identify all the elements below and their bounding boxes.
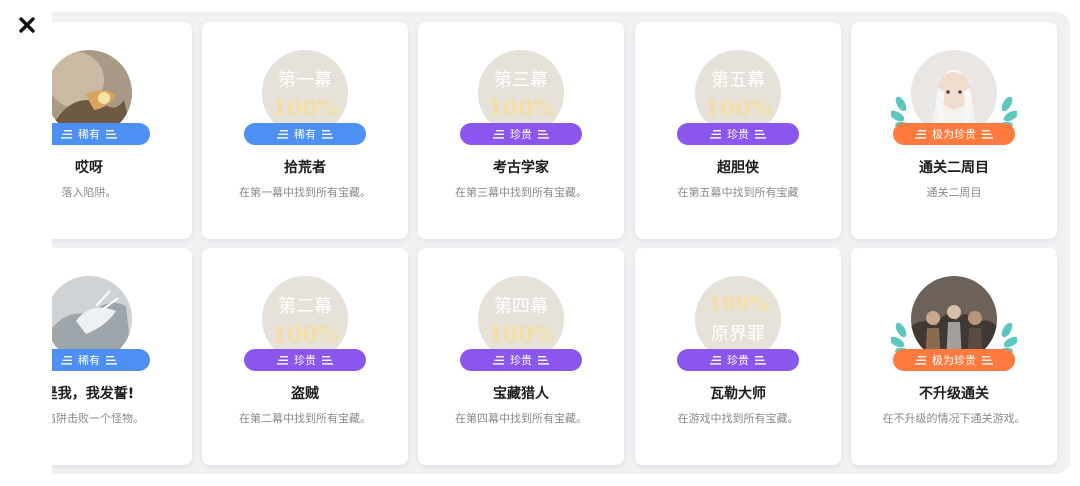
image-text: 第四幕: [494, 296, 548, 317]
achievement-card[interactable]: 第三幕 100% 珍贵 考古学家 在第三幕中找到所有宝藏。: [418, 22, 624, 239]
close-button[interactable]: [16, 14, 38, 36]
close-icon: [19, 17, 35, 33]
achievement-card[interactable]: 稀有 是我，我发誓! 的陷阱击败一个怪物。: [52, 248, 192, 465]
achievement-card[interactable]: 稀有 哎呀 落入陷阱。: [52, 22, 192, 239]
achievement-title: 宝藏猎人: [493, 386, 549, 402]
rarity-label: 珍贵: [510, 354, 532, 367]
image-text: 100%: [488, 96, 555, 122]
rarity-badge: 珍贵: [460, 349, 582, 371]
rarity-badge: 稀有: [52, 123, 150, 145]
rarity-label: 极为珍贵: [932, 128, 976, 141]
rarity-label: 珍贵: [294, 354, 316, 367]
achievement-title: 不升级通关: [919, 386, 989, 402]
image-text: 原界罪: [711, 324, 765, 345]
bars-icon: [915, 129, 926, 139]
image-text: 第一幕: [278, 70, 332, 91]
bars-icon: [755, 129, 766, 139]
achievement-description: 在第二幕中找到所有宝藏。: [239, 412, 371, 425]
bars-icon: [322, 129, 333, 139]
rarity-badge: 极为珍贵: [893, 123, 1015, 145]
achievement-card[interactable]: 极为珍贵 不升级通关 在不升级的情况下通关游戏。: [851, 248, 1057, 465]
image-text: 第五幕: [711, 70, 765, 91]
bars-icon: [277, 355, 288, 365]
rarity-badge: 珍贵: [677, 349, 799, 371]
rarity-label: 珍贵: [727, 354, 749, 367]
image-text: 100%: [272, 96, 339, 122]
bars-icon: [538, 129, 549, 139]
rarity-label: 极为珍贵: [932, 354, 976, 367]
achievement-description: 在第一幕中找到所有宝藏。: [239, 186, 371, 199]
bars-icon: [493, 129, 504, 139]
image-text: 第二幕: [278, 296, 332, 317]
rarity-label: 珍贵: [510, 128, 532, 141]
bars-icon: [277, 129, 288, 139]
achievement-title: 通关二周目: [919, 160, 989, 176]
achievement-card[interactable]: 第四幕 100% 珍贵 宝藏猎人 在第四幕中找到所有宝藏。: [418, 248, 624, 465]
achievement-description: 在不升级的情况下通关游戏。: [882, 412, 1026, 425]
rarity-badge: 极为珍贵: [893, 349, 1015, 371]
achievements-panel[interactable]: 稀有 哎呀 落入陷阱。 第一幕 100% 稀有 拾荒者 在第一幕中找到所有宝藏。…: [52, 12, 1070, 474]
achievement-title: 哎呀: [75, 160, 103, 176]
rarity-badge: 稀有: [244, 123, 366, 145]
bars-icon: [106, 355, 117, 365]
achievement-description: 在第四幕中找到所有宝藏。: [455, 412, 587, 425]
rarity-label: 珍贵: [727, 128, 749, 141]
achievement-description: 在游戏中找到所有宝藏。: [677, 412, 799, 425]
achievement-card[interactable]: 第一幕 100% 稀有 拾荒者 在第一幕中找到所有宝藏。: [202, 22, 408, 239]
image-text: 100%: [272, 322, 339, 348]
bars-icon: [982, 129, 993, 139]
achievement-card[interactable]: 极为珍贵 通关二周目 通关二周目: [851, 22, 1057, 239]
bars-icon: [322, 355, 333, 365]
bars-icon: [61, 355, 72, 365]
bars-icon: [710, 129, 721, 139]
achievement-description: 的陷阱击败一个怪物。: [52, 412, 144, 425]
achievement-title: 瓦勒大师: [710, 386, 766, 402]
bars-icon: [61, 129, 72, 139]
bars-icon: [538, 355, 549, 365]
achievement-card[interactable]: 第五幕 100% 珍贵 超胆侠 在第五幕中找到所有宝藏: [635, 22, 841, 239]
bars-icon: [915, 355, 926, 365]
achievement-title: 超胆侠: [717, 160, 759, 176]
achievement-description: 通关二周目: [926, 186, 982, 199]
rarity-badge: 珍贵: [677, 123, 799, 145]
rarity-badge: 珍贵: [244, 349, 366, 371]
image-text: 第三幕: [494, 70, 548, 91]
achievement-description: 在第五幕中找到所有宝藏: [677, 186, 799, 199]
rarity-badge: 稀有: [52, 349, 150, 371]
bars-icon: [755, 355, 766, 365]
rarity-label: 稀有: [78, 354, 100, 367]
rarity-label: 稀有: [78, 128, 100, 141]
achievement-title: 考古学家: [493, 160, 549, 176]
bars-icon: [710, 355, 721, 365]
achievement-title: 拾荒者: [284, 160, 326, 176]
rarity-badge: 珍贵: [460, 123, 582, 145]
achievement-description: 落入陷阱。: [61, 186, 117, 199]
rarity-label: 稀有: [294, 128, 316, 141]
achievement-title: 是我，我发誓!: [52, 386, 135, 402]
bars-icon: [982, 355, 993, 365]
bars-icon: [106, 129, 117, 139]
bars-icon: [493, 355, 504, 365]
image-text: 100%: [488, 322, 555, 348]
achievement-description: 在第三幕中找到所有宝藏。: [455, 186, 587, 199]
image-text: 100%: [708, 291, 769, 315]
image-text: 100%: [705, 96, 772, 122]
achievement-title: 盗贼: [291, 386, 319, 402]
achievement-card[interactable]: 第二幕 100% 珍贵 盗贼 在第二幕中找到所有宝藏。: [202, 248, 408, 465]
achievement-card[interactable]: 100% 原界罪 珍贵 瓦勒大师 在游戏中找到所有宝藏。: [635, 248, 841, 465]
